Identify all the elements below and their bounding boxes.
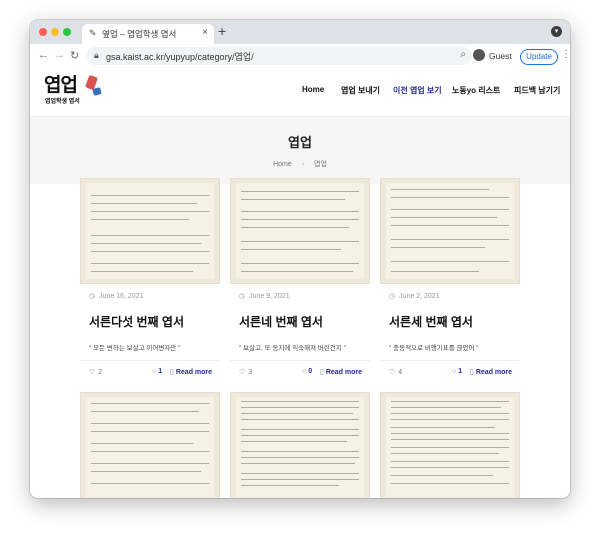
breadcrumb-separator: › [301,161,305,168]
post-card[interactable]: ◷ June 2, 2021 서른세 번째 엽서 " 충동적으로 비행기표를 끊었… [380,178,520,384]
clock-icon: ◷ [89,293,96,300]
forward-arrow-icon[interactable]: → [54,49,65,61]
post-title[interactable]: 서른네 번째 엽서 [239,313,367,330]
breadcrumb-current: 엽업 [314,161,327,168]
heart-icon: ♡ [89,369,96,376]
site-header: 엽업 엽업학생 엽서 Home 엽업 보내기 이전 엽업 보기 노동yo 리스트… [30,68,570,117]
tab-bar: ✎ 옆업 – 엽업학생 엽서 × + ▾ [30,20,570,44]
nav-home[interactable]: Home [302,85,324,94]
logo-stamp-icon [92,87,102,96]
nav-labor-list[interactable]: 노동yo 리스트 [452,85,500,96]
nav-previous-postcards[interactable]: 이전 엽업 보기 [393,85,442,96]
page-title: 엽업 [288,135,312,150]
like-button[interactable]: ♡ 3 [239,368,252,376]
breadcrumb: Home › 엽업 [30,159,570,169]
comment-count[interactable]: ○ 1 [452,368,462,375]
nav-send-postcard[interactable]: 엽업 보내기 [341,85,380,96]
new-tab-button[interactable]: + [218,23,226,39]
minimize-window-button[interactable] [51,28,59,36]
postcard-image[interactable] [80,178,220,284]
post-title[interactable]: 서른다섯 번째 엽서 [89,313,217,330]
site-logo[interactable]: 엽업 엽업학생 엽서 [44,70,102,110]
tab-search-icon[interactable]: ▾ [551,26,562,37]
logo-subtitle: 엽업학생 엽서 [45,99,80,105]
logo-text: 엽업 [44,74,78,96]
tab-close-icon[interactable]: × [202,27,208,38]
heart-icon: ♡ [389,369,396,376]
profile-avatar-icon[interactable] [473,49,485,61]
document-icon: ▯ [320,369,324,376]
lock-icon: 🔒︎ [94,50,99,60]
like-button[interactable]: ♡ 4 [389,368,402,376]
profile-label[interactable]: Guest [489,51,512,61]
back-arrow-icon[interactable]: ← [38,49,49,61]
read-more-link[interactable]: ▯ Read more [170,368,212,376]
reload-icon[interactable]: ↻ [70,49,79,62]
document-icon: ▯ [170,369,174,376]
post-meta: ♡ 4 ○ 1 ▯ Read more [380,360,520,383]
nav-feedback[interactable]: 피드백 남기기 [514,85,560,96]
post-date: ◷ June 16, 2021 [89,293,144,300]
search-icon[interactable]: ⌕ [460,49,466,60]
clock-icon: ◷ [239,293,246,300]
page-hero: 엽업 Home › 엽업 [30,117,570,184]
heart-icon: ♡ [239,369,246,376]
favicon-icon: ✎ [89,28,97,38]
tab-title: 옆업 – 엽업학생 엽서 [102,29,177,39]
clock-icon: ◷ [389,293,396,300]
url-text[interactable]: gsa.kaist.ac.kr/yupyup/category/엽업/ [106,50,254,63]
post-excerpt: " 모든 변하는 보살고 이어변자만 " [89,345,181,352]
post-meta: ♡ 3 ○ 0 ▯ Read more [230,360,370,383]
comment-count[interactable]: ○ 1 [152,368,162,375]
update-button[interactable]: Update [520,49,558,65]
browser-window: ✎ 옆업 – 엽업학생 엽서 × + ▾ ← → ↻ 🔒︎ gsa.kaist.… [30,20,570,498]
close-window-button[interactable] [39,28,47,36]
post-card[interactable] [80,392,220,498]
read-more-link[interactable]: ▯ Read more [320,368,362,376]
post-card[interactable]: ◷ June 9, 2021 서른네 번째 엽서 " 보살고, 또 동지에 익숙해… [230,178,370,384]
postcard-image[interactable] [380,178,520,284]
browser-toolbar: ← → ↻ 🔒︎ gsa.kaist.ac.kr/yupyup/category… [30,44,570,69]
postcard-image[interactable] [230,392,370,498]
browser-tab[interactable]: ✎ 옆업 – 엽업학생 엽서 × [82,24,214,44]
post-title[interactable]: 서른세 번째 엽서 [389,313,517,330]
like-button[interactable]: ♡ 2 [89,368,102,376]
maximize-window-button[interactable] [63,28,71,36]
more-menu-icon[interactable]: ⋮ [561,49,570,60]
post-date: ◷ June 9, 2021 [239,293,290,300]
post-card[interactable] [230,392,370,498]
postcard-image[interactable] [80,392,220,498]
comment-count[interactable]: ○ 0 [302,368,312,375]
post-meta: ♡ 2 ○ 1 ▯ Read more [80,360,220,383]
address-bar[interactable]: 🔒︎ gsa.kaist.ac.kr/yupyup/category/엽업/ ⌕ [87,47,472,65]
postcard-image[interactable] [230,178,370,284]
post-excerpt: " 보살고, 또 동지에 익숙해져 버린건지 " [239,345,346,352]
post-card[interactable]: ◷ June 16, 2021 서른다섯 번째 엽서 " 모든 변하는 보살고 이… [80,178,220,384]
document-icon: ▯ [470,369,474,376]
post-excerpt: " 충동적으로 비행기표를 끊었어 " [389,345,479,352]
breadcrumb-home[interactable]: Home [273,161,292,168]
post-card[interactable] [380,392,520,498]
postcard-image[interactable] [380,392,520,498]
post-date: ◷ June 2, 2021 [389,293,440,300]
read-more-link[interactable]: ▯ Read more [470,368,512,376]
